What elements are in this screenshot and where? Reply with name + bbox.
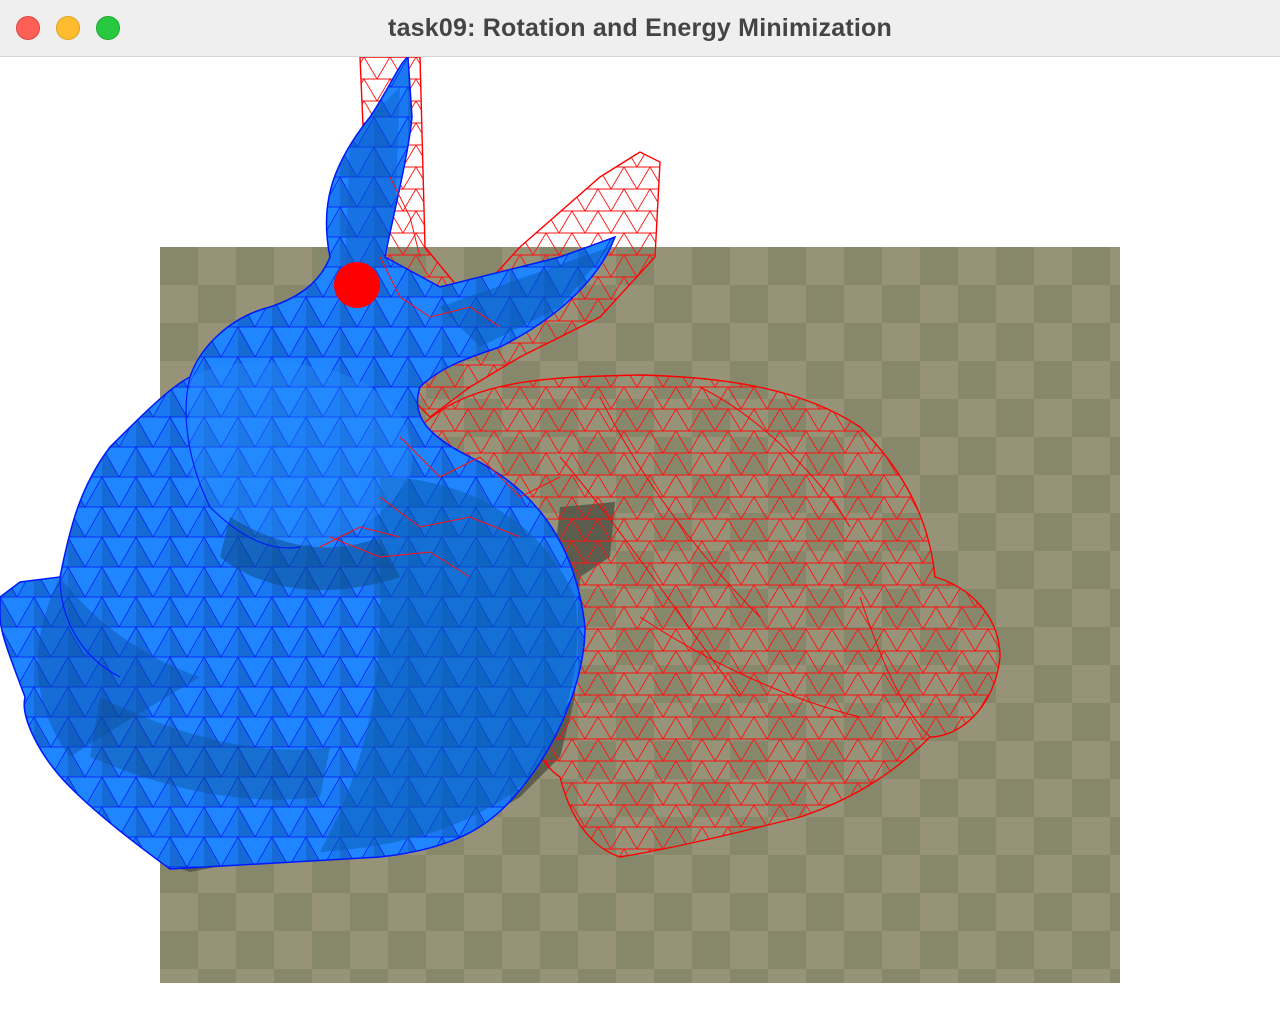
window-title: task09: Rotation and Energy Minimization: [388, 14, 892, 42]
title-bar[interactable]: task09: Rotation and Energy Minimization: [0, 0, 1280, 57]
gl-viewport[interactable]: [0, 57, 1280, 1016]
scene-canvas[interactable]: [0, 57, 1280, 1016]
handle-vertex-marker[interactable]: [334, 262, 380, 308]
app-window: task09: Rotation and Energy Minimization: [0, 0, 1280, 1016]
